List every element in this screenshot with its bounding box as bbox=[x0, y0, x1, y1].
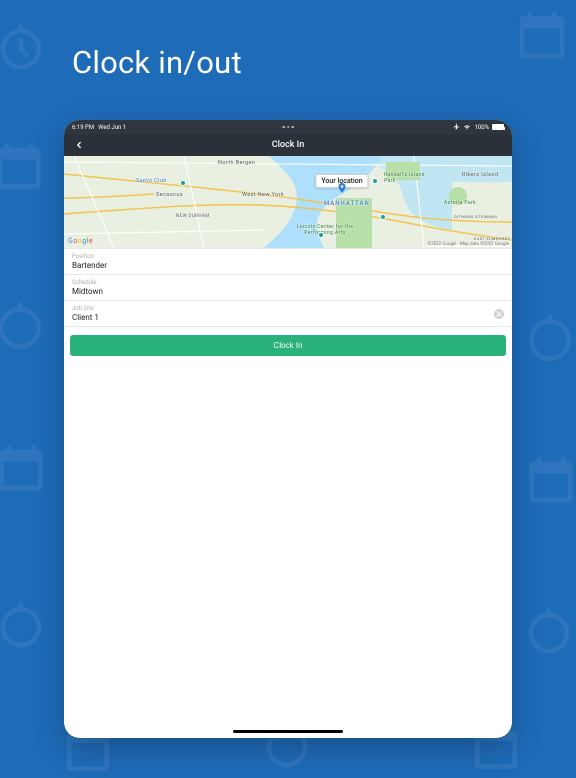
map-label-north-bergen: North Bergen bbox=[218, 160, 255, 166]
position-value: Bartender bbox=[72, 261, 504, 270]
nav-bar: Clock In bbox=[64, 134, 512, 156]
battery-icon bbox=[492, 124, 504, 130]
map-label-new-durham: NEW DURHAM bbox=[176, 214, 210, 219]
map-label-ditmars: DITMARS STEINWAY bbox=[454, 214, 498, 219]
chevron-left-icon bbox=[74, 139, 84, 151]
location-callout: Your location bbox=[315, 174, 368, 188]
map-attribution: ©2022 Google - Map data ©2022 Google bbox=[427, 242, 510, 247]
page-title: Clock in/out bbox=[72, 44, 242, 81]
home-indicator[interactable] bbox=[233, 730, 343, 733]
position-row[interactable]: Position Bartender bbox=[64, 248, 512, 275]
schedule-row[interactable]: Schedule Midtown bbox=[64, 275, 512, 301]
map-label-east-elmhurst: EAST ELMHURST bbox=[474, 236, 510, 241]
back-button[interactable] bbox=[68, 134, 90, 156]
status-date: Wed Jun 1 bbox=[98, 124, 126, 131]
google-logo-icon: Google bbox=[68, 237, 93, 245]
map-label-lincoln-center: Lincoln Center for the Performing Arts bbox=[290, 224, 360, 236]
poi-icon bbox=[318, 232, 324, 238]
clear-job-site-button[interactable] bbox=[494, 309, 504, 319]
airplane-icon bbox=[453, 123, 460, 132]
poi-icon bbox=[380, 214, 386, 220]
wifi-icon bbox=[463, 123, 471, 132]
status-bar: 6:19 PM Wed Jun 1 100% bbox=[64, 120, 512, 134]
map-label-manhattan: MANHATTAN bbox=[324, 200, 370, 207]
schedule-label: Schedule bbox=[72, 279, 504, 286]
map-label-rikers: Rikers Island bbox=[462, 172, 498, 178]
close-icon bbox=[496, 311, 502, 317]
schedule-value: Midtown bbox=[72, 287, 504, 296]
status-time: 6:19 PM bbox=[72, 124, 94, 131]
position-label: Position bbox=[72, 253, 504, 260]
job-site-label: Job Site bbox=[72, 305, 504, 312]
multitask-dots-icon bbox=[282, 126, 294, 129]
job-site-value: Client 1 bbox=[72, 313, 504, 322]
map-label-secaucus: Secaucus bbox=[156, 192, 183, 198]
map-label-sams-club: Sam's Club bbox=[136, 178, 167, 184]
job-site-row[interactable]: Job Site Client 1 bbox=[64, 301, 512, 327]
map-label-astoria-park: Astoria Park bbox=[444, 200, 476, 206]
battery-pct: 100% bbox=[474, 124, 489, 131]
nav-title: Clock In bbox=[272, 140, 304, 150]
map[interactable]: North Bergen Secaucus West New York NEW … bbox=[64, 156, 512, 248]
form-area: Position Bartender Schedule Midtown Job … bbox=[64, 248, 512, 327]
map-label-west-new-york: West New York bbox=[242, 192, 284, 198]
poi-icon bbox=[372, 178, 378, 184]
clock-in-button[interactable]: Clock In bbox=[70, 335, 506, 356]
device-frame: 6:19 PM Wed Jun 1 100% Clock In bbox=[64, 120, 512, 738]
poi-icon bbox=[180, 180, 186, 186]
map-label-randalls: Randall's Island Park bbox=[384, 172, 436, 184]
action-area: Clock In bbox=[64, 327, 512, 362]
